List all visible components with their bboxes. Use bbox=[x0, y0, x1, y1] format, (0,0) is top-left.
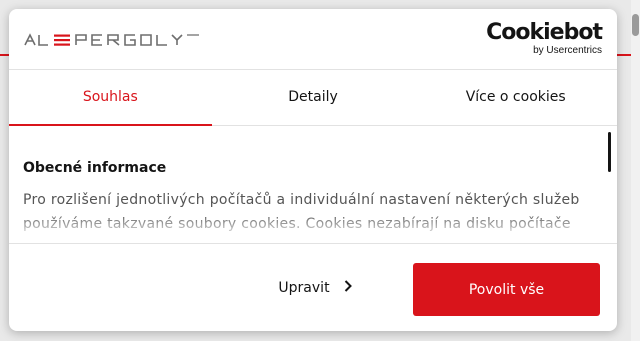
content-scrollbar[interactable] bbox=[608, 132, 611, 172]
dialog-header: Cookiebot by Usercentrics bbox=[9, 9, 617, 70]
cookiebot-logo: Cookiebot by Usercentrics bbox=[486, 20, 603, 57]
cookiebot-brand: Cookiebot bbox=[486, 20, 603, 45]
consent-content: Obecné informace Pro rozlišení jednotliv… bbox=[9, 126, 617, 243]
tab-consent[interactable]: Souhlas bbox=[9, 70, 212, 125]
alupergoly-logo bbox=[24, 32, 200, 51]
dialog-footer: Upravit Povolit vše bbox=[9, 243, 617, 331]
cookiebot-subtitle: by Usercentrics bbox=[533, 45, 602, 56]
allow-all-button[interactable]: Povolit vše bbox=[413, 263, 600, 316]
page-scrollbar-thumb[interactable] bbox=[632, 14, 639, 36]
tab-bar: Souhlas Detaily Více o cookies bbox=[9, 70, 617, 126]
tab-details[interactable]: Detaily bbox=[212, 70, 415, 125]
tab-about-cookies[interactable]: Více o cookies bbox=[414, 70, 617, 125]
customize-button[interactable]: Upravit bbox=[255, 264, 375, 312]
content-fade bbox=[9, 213, 617, 243]
cookie-consent-dialog: Cookiebot by Usercentrics Souhlas Detail… bbox=[9, 9, 617, 331]
section-heading: Obecné informace bbox=[23, 160, 167, 176]
chevron-right-icon bbox=[344, 280, 352, 296]
customize-button-label: Upravit bbox=[278, 280, 330, 296]
page-scrollbar[interactable] bbox=[631, 0, 640, 341]
